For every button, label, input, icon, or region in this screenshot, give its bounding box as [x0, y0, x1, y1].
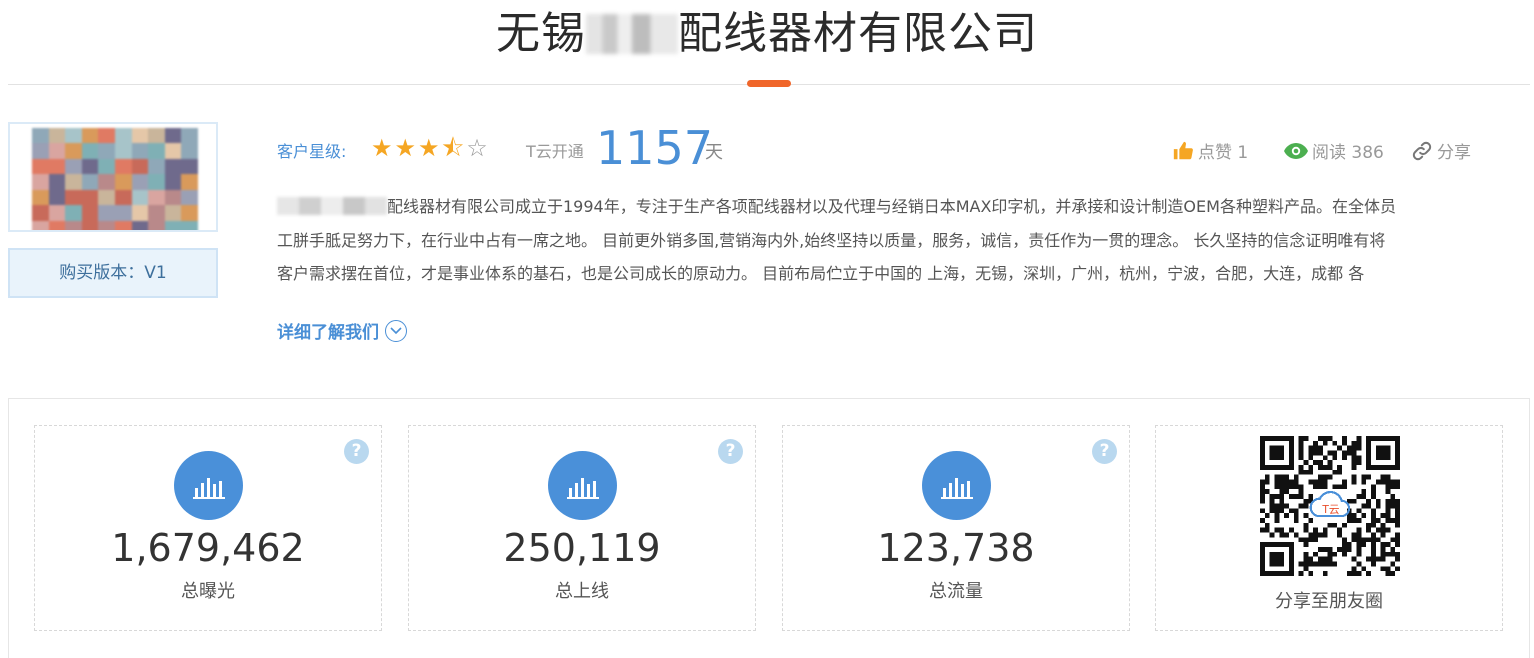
- thumbs-up-icon: [1173, 141, 1193, 159]
- qr-center-logo-text: T云: [1321, 503, 1339, 516]
- redacted-name-blur: [277, 197, 387, 215]
- logo-mosaic-image: [32, 128, 198, 230]
- bar-chart-icon: [922, 451, 991, 520]
- description-line: 客户需求摆在首位，才是事业体系的基石，也是公司成长的原动力。 目前布局伫立于中国…: [277, 264, 1365, 283]
- help-icon[interactable]: ?: [718, 439, 743, 464]
- bar-chart-icon: [548, 451, 617, 520]
- learn-more-link[interactable]: 详细了解我们: [277, 318, 407, 343]
- eye-icon: [1284, 142, 1308, 159]
- redacted-name-blur: [586, 14, 678, 54]
- stat-card-traffic: ? 123,738 总流量: [782, 425, 1130, 631]
- half-star-icon: ⯪: [441, 134, 465, 162]
- star-icon: ★: [371, 134, 393, 162]
- like-button[interactable]: 点赞 1: [1172, 138, 1248, 163]
- stat-value: 250,119: [503, 526, 661, 570]
- days-unit: 天: [705, 142, 723, 163]
- qr-code[interactable]: T云: [1260, 436, 1400, 576]
- like-count: 点赞 1: [1198, 143, 1249, 163]
- open-label: T云开通: [526, 142, 584, 161]
- company-title-prefix: 无锡: [496, 8, 586, 59]
- description-line: 配线器材有限公司成立于1994年，专注于生产各项配线器材以及代理与经销日本MAX…: [277, 190, 1492, 224]
- help-icon[interactable]: ?: [1092, 439, 1117, 464]
- stat-card-online: ? 250,119 总上线: [408, 425, 756, 631]
- version-badge: 购买版本：V1: [8, 248, 218, 298]
- star-icon: ★: [418, 134, 440, 162]
- empty-star-icon: ☆: [466, 134, 488, 162]
- company-title-suffix: 配线器材有限公司: [678, 8, 1038, 59]
- star-icon: ★: [394, 134, 417, 162]
- description-text: 配线器材有限公司成立于1994年，专注于生产各项配线器材以及代理与经销日本MAX…: [387, 197, 1396, 216]
- stat-label: 总上线: [555, 581, 609, 602]
- stat-card-exposure: ? 1,679,462 总曝光: [34, 425, 382, 631]
- company-title: 无锡 配线器材有限公司: [0, 6, 1534, 62]
- title-accent-bar: [747, 80, 791, 87]
- stat-value: 1,679,462: [111, 526, 305, 570]
- help-icon[interactable]: ?: [344, 439, 369, 464]
- company-meta-bar: 客户星级: ★ ★ ★ ⯪ ☆ T云开通 1157 天 点赞 1 阅读 386 …: [277, 121, 1497, 175]
- share-qr-card: T云 分享至朋友圈: [1155, 425, 1503, 631]
- rating-stars: ★ ★ ★ ⯪ ☆: [371, 134, 488, 162]
- learn-more-label: 详细了解我们: [277, 323, 379, 343]
- bar-chart-icon: [174, 451, 243, 520]
- stat-label: 总流量: [929, 581, 983, 602]
- rating-label: 客户星级:: [277, 142, 347, 161]
- qr-caption: 分享至朋友圈: [1275, 591, 1383, 612]
- link-icon: [1412, 141, 1432, 160]
- chevron-down-icon: [385, 319, 407, 342]
- open-days-count: 1157: [596, 121, 714, 175]
- read-count: 阅读 386: [1312, 143, 1384, 163]
- company-logo: [8, 122, 218, 232]
- share-label: 分享: [1437, 143, 1471, 163]
- company-description: 配线器材有限公司成立于1994年，专注于生产各项配线器材以及代理与经销日本MAX…: [277, 190, 1492, 291]
- read-counter: 阅读 386: [1284, 138, 1384, 163]
- description-line: 工胼手胝足努力下，在行业中占有一席之地。 目前更外销多国,营销海内外,始终坚持以…: [277, 230, 1386, 250]
- stat-value: 123,738: [877, 526, 1035, 570]
- share-button[interactable]: 分享: [1411, 138, 1471, 163]
- stat-label: 总曝光: [181, 581, 235, 602]
